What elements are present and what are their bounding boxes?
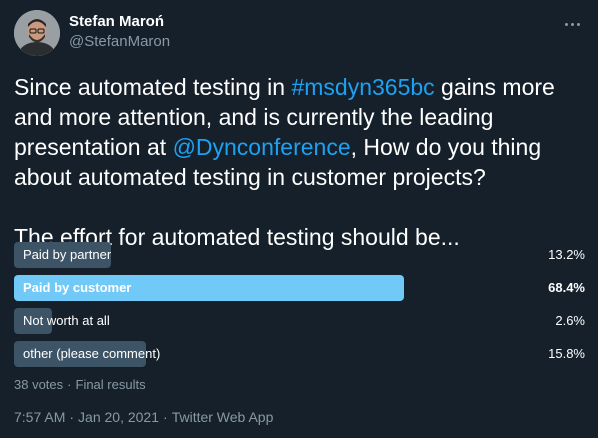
poll-option: Not worth at all 2.6%: [14, 308, 586, 334]
tweet-paragraph: Since automated testing in #msdyn365bc g…: [14, 72, 586, 192]
poll-option-percent: 13.2%: [548, 247, 585, 262]
poll-option-percent: 15.8%: [548, 346, 585, 361]
poll-option-label: Paid by partner: [23, 247, 112, 262]
poll-status: Final results: [75, 377, 146, 392]
poll-option-label: other (please comment): [23, 346, 161, 361]
poll-option: Paid by customer 68.4%: [14, 275, 586, 301]
hashtag-link[interactable]: #msdyn365bc: [291, 74, 434, 100]
tweet-text: Since automated testing in #msdyn365bc g…: [14, 72, 586, 252]
tweet-source[interactable]: Twitter Web App: [172, 409, 274, 425]
mention-link[interactable]: @Dynconference: [173, 134, 351, 160]
tweet-time[interactable]: 7:57 AM: [14, 409, 65, 425]
poll-option-label: Paid by customer: [23, 280, 132, 295]
poll-option-percent: 2.6%: [555, 313, 585, 328]
author-handle[interactable]: @StefanMaron: [69, 33, 170, 51]
tweet-text-part: Since automated testing in: [14, 74, 292, 100]
poll-option: Paid by partner 13.2%: [14, 242, 586, 268]
poll-option: other (please comment) 15.8%: [14, 341, 586, 367]
tweet-card: Stefan Maroń @StefanMaron Since automate…: [0, 0, 598, 438]
tweet-timestamp: 7:57 AM · Jan 20, 2021 · Twitter Web App: [14, 409, 274, 425]
poll-meta: 38 votes · Final results: [14, 377, 146, 392]
tweet-header: Stefan Maroń @StefanMaron: [14, 10, 584, 56]
more-dots-icon[interactable]: [560, 14, 584, 34]
divider: [14, 400, 586, 401]
poll-votes: 38 votes: [14, 377, 64, 392]
poll-option-label: Not worth at all: [23, 313, 110, 328]
tweet-date[interactable]: Jan 20, 2021: [78, 409, 159, 425]
poll: Paid by partner 13.2% Paid by customer 6…: [14, 242, 586, 374]
avatar[interactable]: [14, 10, 60, 56]
author-name[interactable]: Stefan Maroń: [69, 13, 164, 31]
poll-option-percent: 68.4%: [548, 280, 585, 295]
